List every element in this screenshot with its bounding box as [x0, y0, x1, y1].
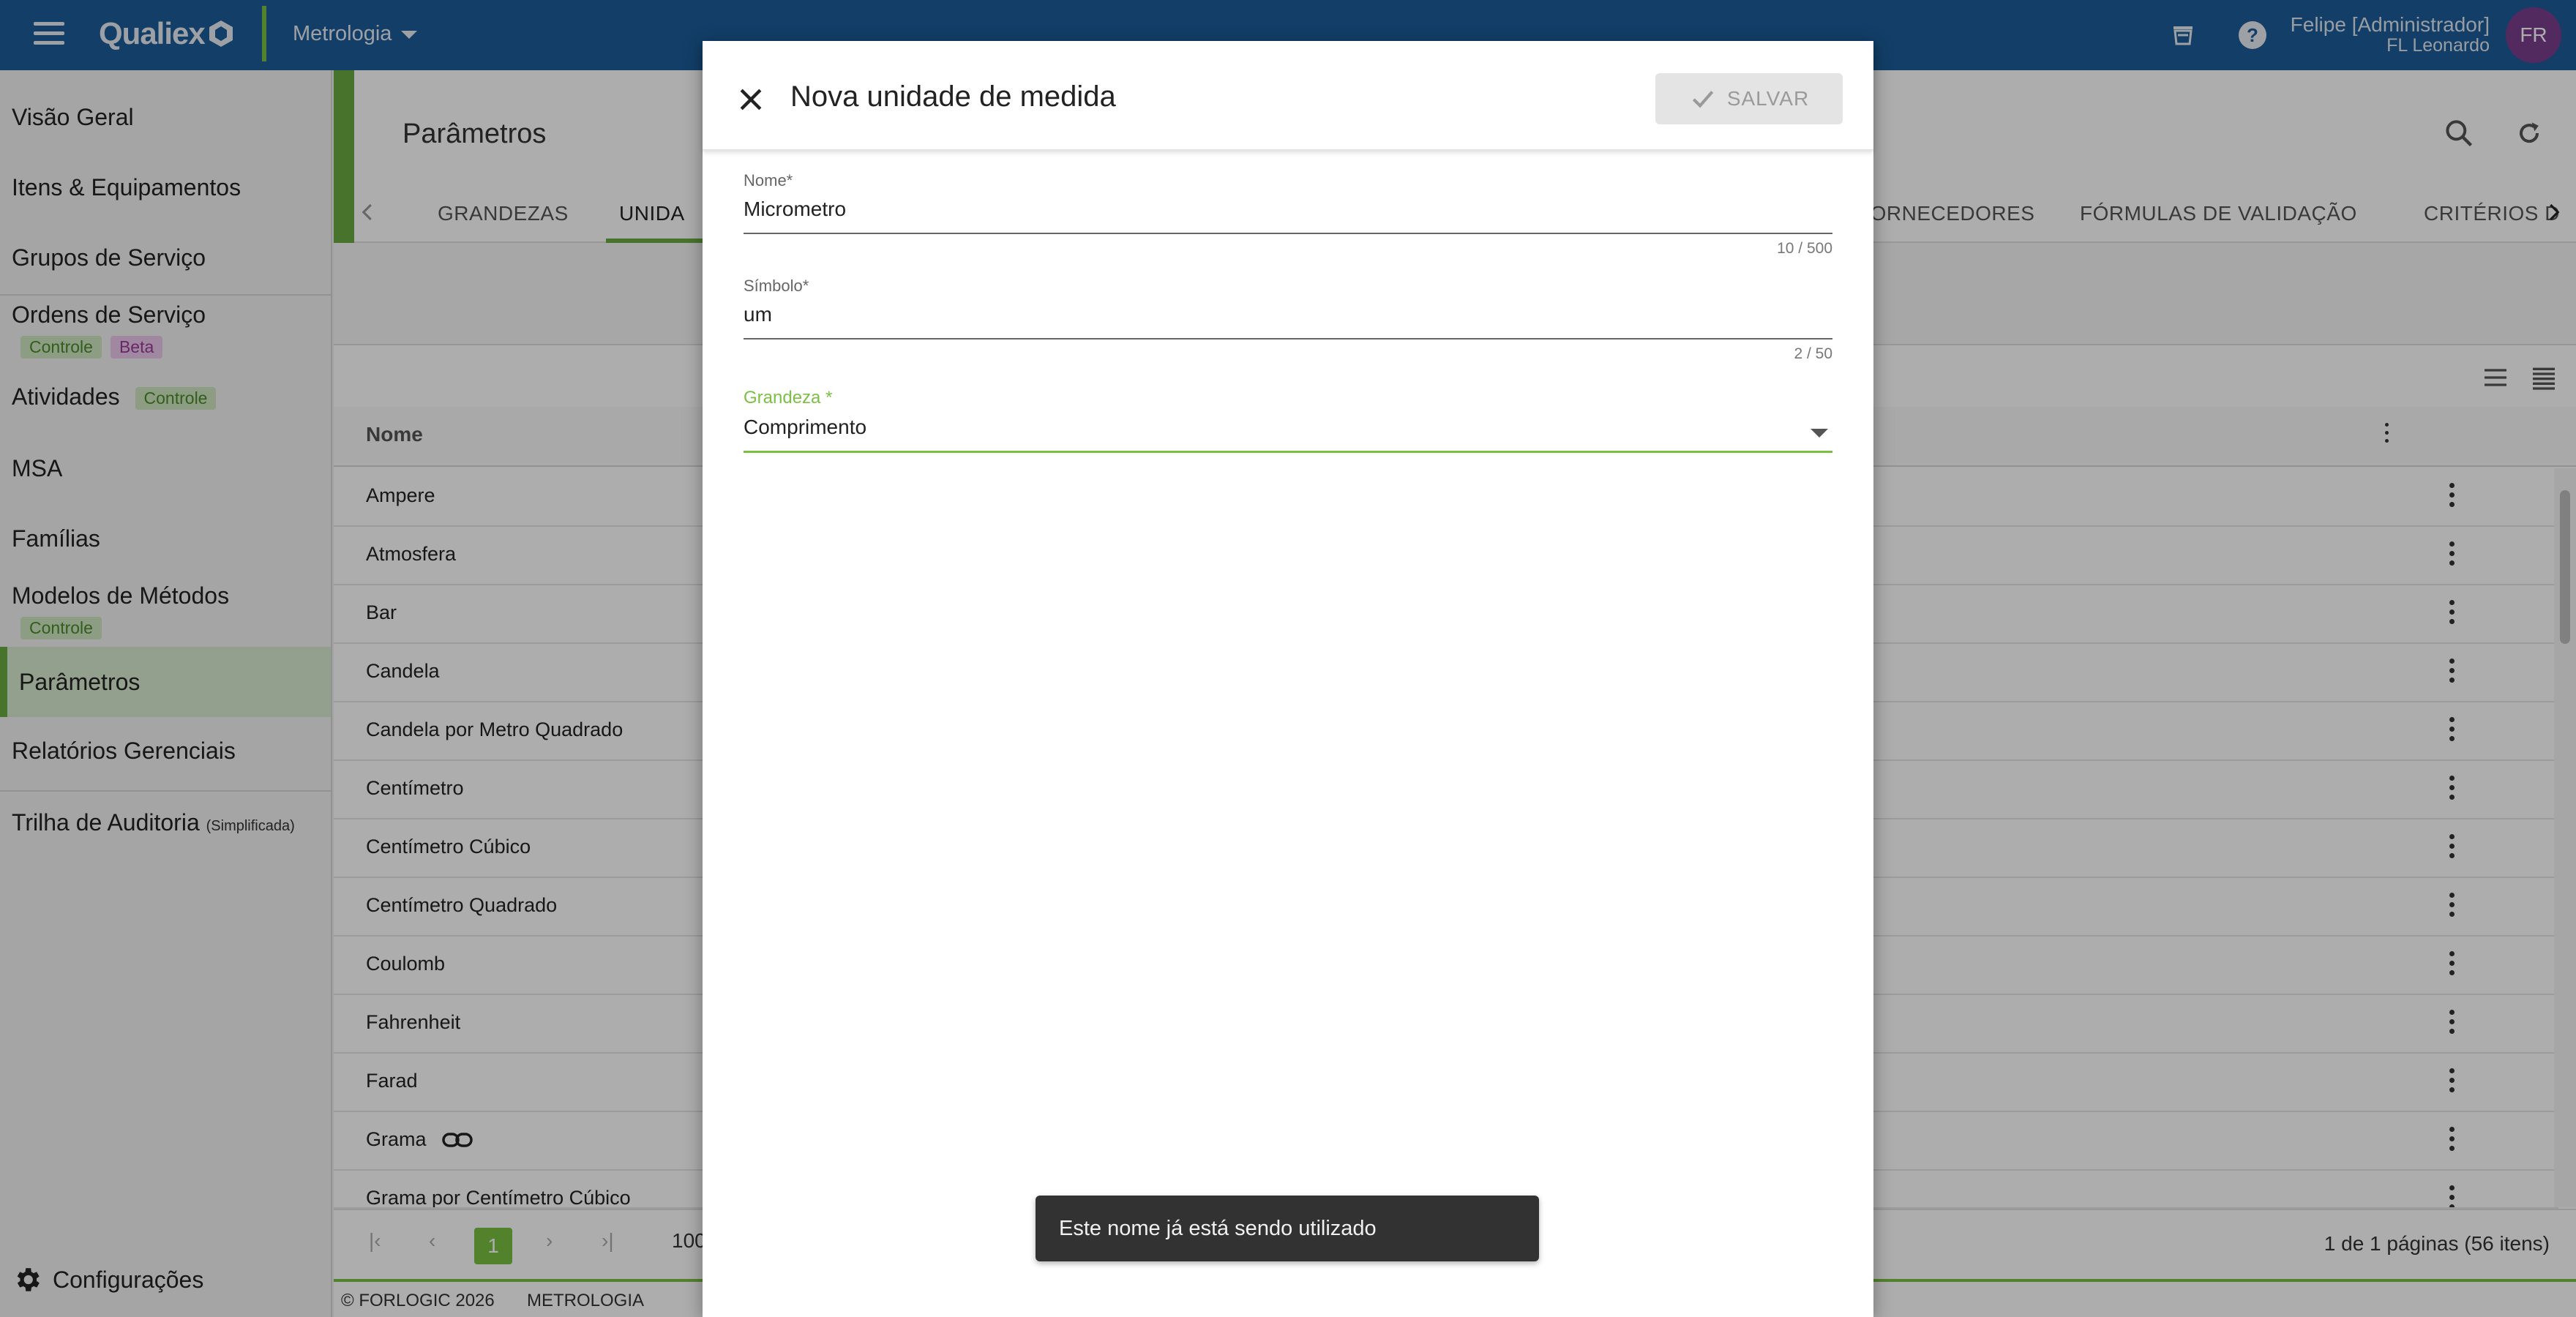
simbolo-input[interactable]: um — [744, 303, 1832, 339]
check-icon — [1692, 91, 1714, 108]
new-unit-dialog: Nova unidade de medida SALVAR Nome* Micr… — [703, 41, 1873, 1317]
grandeza-select[interactable]: Comprimento — [744, 416, 1832, 453]
chevron-down-icon[interactable] — [1811, 429, 1828, 438]
simbolo-counter: 2 / 50 — [1794, 345, 1832, 362]
nome-counter: 10 / 500 — [1777, 240, 1832, 257]
dialog-title: Nova unidade de medida — [790, 80, 1116, 113]
snackbar: Este nome já está sendo utilizado — [1036, 1196, 1539, 1261]
dialog-header: Nova unidade de medida SALVAR — [703, 41, 1873, 151]
grandeza-field[interactable]: Grandeza * Comprimento — [744, 388, 1832, 453]
nome-input[interactable]: Micrometro — [744, 198, 1832, 234]
close-icon[interactable] — [735, 83, 767, 116]
simbolo-field[interactable]: Símbolo* um 2 / 50 — [744, 277, 1832, 363]
save-button[interactable]: SALVAR — [1655, 73, 1843, 124]
nome-field[interactable]: Nome* Micrometro 10 / 500 — [744, 171, 1832, 258]
